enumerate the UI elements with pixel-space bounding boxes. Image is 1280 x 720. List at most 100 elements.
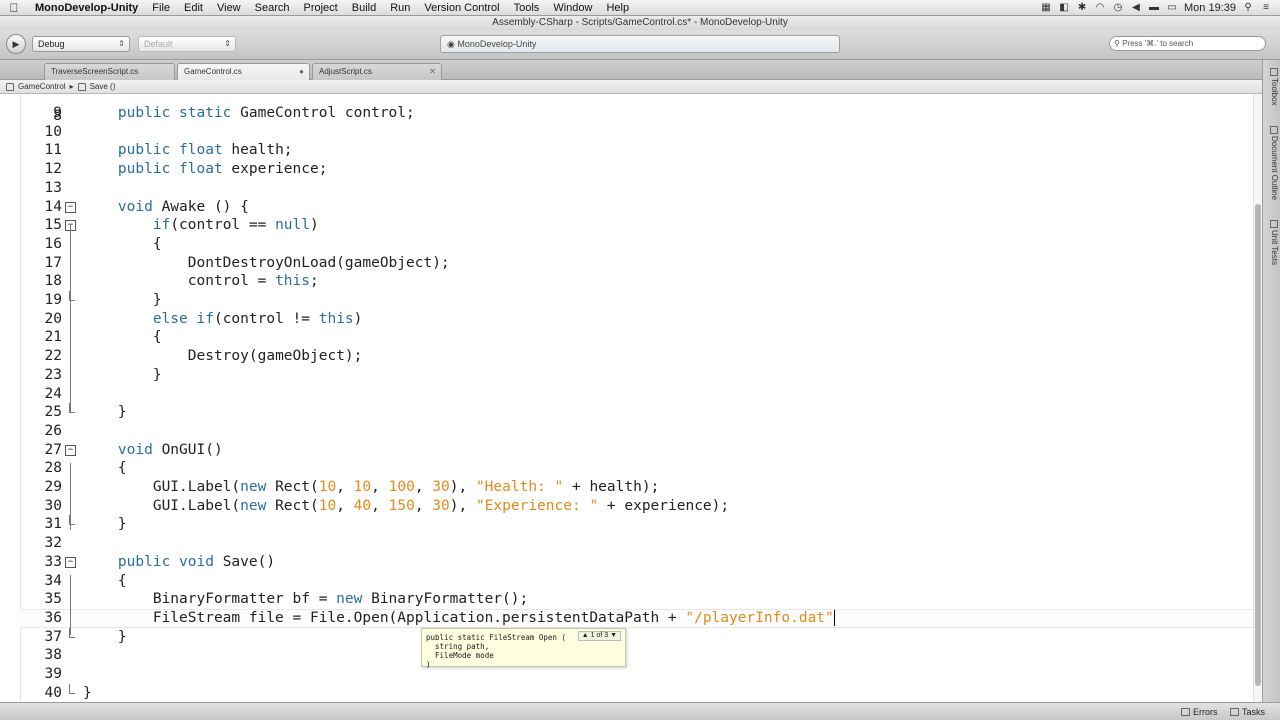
line-number: 17 bbox=[44, 254, 62, 271]
code-token: Rect( bbox=[275, 497, 319, 514]
tab-traverse-screen-script[interactable]: TraverseScreenScript.cs bbox=[44, 63, 175, 80]
code-text: GUI.Label(new Rect(10, 40, 150, 30), "Ex… bbox=[83, 497, 729, 516]
text-caret bbox=[833, 609, 835, 626]
dock-toolbox[interactable]: Toolbox bbox=[1265, 68, 1279, 106]
code-token: new bbox=[240, 497, 276, 514]
volume-icon[interactable]: ◀ bbox=[1130, 2, 1142, 13]
code-token: public bbox=[117, 161, 180, 178]
tooltip-line: string path, bbox=[426, 642, 490, 651]
flag-icon[interactable]: ▬ bbox=[1148, 2, 1160, 13]
menu-search[interactable]: Search bbox=[248, 0, 297, 16]
dock-document-outline[interactable]: Document Outline bbox=[1265, 126, 1279, 200]
menu-help[interactable]: Help bbox=[599, 0, 636, 16]
fold-collapse-icon[interactable]: − bbox=[65, 556, 76, 568]
menu-build[interactable]: Build bbox=[345, 0, 383, 16]
code-token: ) bbox=[353, 310, 363, 327]
apple-icon[interactable]:  bbox=[0, 1, 28, 15]
status-app-icon[interactable]: ▦ bbox=[1040, 2, 1052, 13]
code-token: , bbox=[336, 497, 354, 514]
line-number: 30 bbox=[44, 497, 62, 514]
code-token: ) bbox=[310, 217, 319, 234]
code-token: { bbox=[152, 235, 162, 252]
line-number: 24 bbox=[44, 385, 62, 402]
code-token: 30 bbox=[432, 497, 450, 514]
close-icon[interactable]: ✕ bbox=[429, 64, 436, 80]
time-machine-icon[interactable]: ◷ bbox=[1112, 2, 1124, 13]
line-number: 34 bbox=[44, 572, 62, 589]
notification-center-icon[interactable]: ≡ bbox=[1260, 2, 1272, 13]
code-token: , bbox=[371, 479, 389, 495]
modified-dot-icon[interactable]: ● bbox=[299, 64, 304, 80]
tasks-pad-button[interactable]: Tasks bbox=[1230, 706, 1265, 718]
tooltip-line: FileMode mode bbox=[426, 651, 494, 660]
vertical-scrollbar[interactable] bbox=[1253, 94, 1262, 702]
scrollbar-thumb[interactable] bbox=[1255, 204, 1261, 686]
code-line: 34 { bbox=[0, 572, 1250, 591]
menu-version-control[interactable]: Version Control bbox=[417, 0, 506, 16]
code-token: public bbox=[117, 553, 180, 570]
menu-tools[interactable]: Tools bbox=[507, 0, 547, 16]
menu-project[interactable]: Project bbox=[297, 0, 345, 16]
code-line: 30 GUI.Label(new Rect(10, 40, 150, 30), … bbox=[0, 497, 1250, 516]
menu-edit[interactable]: Edit bbox=[177, 0, 210, 16]
run-button[interactable]: ▶ bbox=[6, 34, 26, 54]
fold-collapse-icon[interactable]: − bbox=[65, 201, 76, 213]
battery-icon[interactable]: ▭ bbox=[1166, 2, 1178, 13]
code-token: , bbox=[371, 497, 389, 514]
spotlight-icon[interactable]: ⚲ bbox=[1242, 2, 1254, 13]
code-editor[interactable]: 8 9 public static GameControl control; 10… bbox=[0, 94, 1262, 702]
code-token: } bbox=[117, 628, 127, 645]
menu-window[interactable]: Window bbox=[546, 0, 599, 16]
code-token: 10 bbox=[318, 497, 337, 514]
tab-adjust-script[interactable]: AdjustScript.cs ✕ bbox=[312, 63, 442, 80]
code-token: Save() bbox=[222, 553, 276, 570]
menu-app[interactable]: MonoDevelop-Unity bbox=[28, 0, 145, 16]
overload-selector[interactable]: ▲ 1 of 3 ▼ bbox=[577, 631, 621, 641]
bluetooth-icon[interactable]: ✱ bbox=[1076, 2, 1088, 13]
status-app-icon-2[interactable]: ◧ bbox=[1058, 2, 1070, 13]
tab-game-control[interactable]: GameControl.cs ● bbox=[177, 63, 310, 80]
code-line: 28 { bbox=[0, 459, 1250, 478]
code-text: { bbox=[83, 328, 162, 347]
code-line: 14− void Awake () { bbox=[0, 198, 1250, 217]
menu-view[interactable]: View bbox=[210, 0, 248, 16]
menubar:  MonoDevelop-Unity File Edit View Searc… bbox=[0, 0, 1280, 16]
unit-tests-icon bbox=[1270, 220, 1278, 228]
code-line: 40} bbox=[0, 683, 1250, 702]
toolbox-icon bbox=[1270, 68, 1278, 76]
fold-collapse-icon[interactable]: − bbox=[65, 444, 76, 456]
wifi-icon[interactable]: ◠ bbox=[1094, 2, 1106, 13]
breadcrumb-method[interactable]: Save () bbox=[90, 80, 116, 93]
code-token: + experience); bbox=[598, 497, 730, 514]
line-number: 18 bbox=[44, 273, 62, 290]
code-text: GUI.Label(new Rect(10, 10, 100, 30), "He… bbox=[83, 478, 659, 497]
code-token: } bbox=[117, 516, 127, 533]
menu-run[interactable]: Run bbox=[383, 0, 417, 16]
code-line: 36 FileStream file = File.Open(Applicati… bbox=[0, 609, 1250, 628]
monodevelop-icon: ◉ bbox=[447, 39, 455, 49]
dock-unit-tests[interactable]: Unit Tests bbox=[1265, 220, 1279, 265]
line-number: 16 bbox=[44, 235, 62, 252]
code-token: if bbox=[196, 310, 214, 327]
menu-file[interactable]: File bbox=[145, 0, 177, 16]
platform-value: Default bbox=[144, 39, 173, 49]
line-number: 11 bbox=[44, 142, 62, 159]
clock[interactable]: Mon 19:39 bbox=[1184, 2, 1236, 14]
configuration-select[interactable]: Debug ⇕ bbox=[32, 36, 130, 52]
fold-guide bbox=[70, 463, 71, 530]
code-token: health; bbox=[231, 142, 293, 159]
breadcrumb-class[interactable]: GameControl bbox=[18, 80, 66, 93]
code-line: 32 bbox=[0, 534, 1250, 553]
errors-pad-button[interactable]: Errors bbox=[1181, 706, 1218, 718]
line-number: 29 bbox=[44, 479, 62, 495]
code-token: GUI.Label( bbox=[152, 497, 241, 514]
code-text: public static GameControl control; bbox=[83, 104, 415, 123]
play-icon: ▶ bbox=[12, 39, 20, 49]
tab-label: TraverseScreenScript.cs bbox=[51, 67, 139, 76]
platform-select[interactable]: Default ⇕ bbox=[138, 36, 236, 52]
code-token: "Experience: " bbox=[475, 497, 599, 514]
search-input[interactable]: ⚲ Press '⌘.' to search bbox=[1109, 36, 1266, 51]
